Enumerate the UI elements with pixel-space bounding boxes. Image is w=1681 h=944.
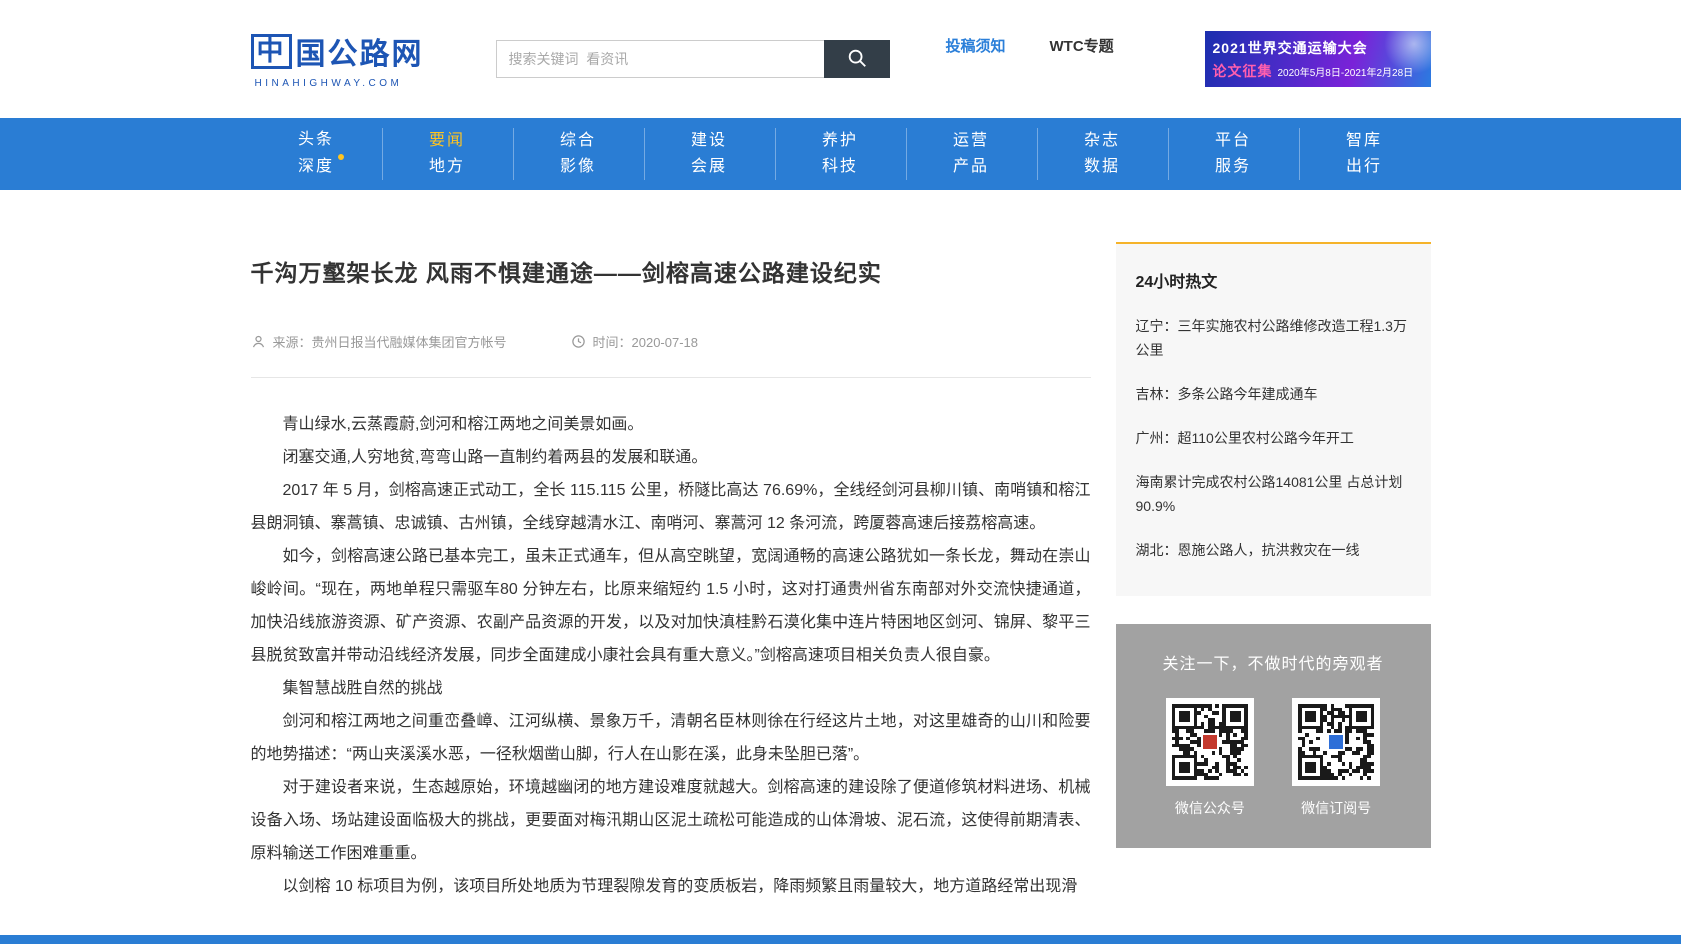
article-paragraph: 对于建设者来说，生态越原始，环境越幽闭的地方建设难度就越大。剑榕高速的建设除了便…	[251, 771, 1091, 870]
qr-code-icon	[1166, 698, 1254, 786]
hot-article-link[interactable]: 辽宁：三年实施农村公路维修改造工程1.3万公里	[1136, 314, 1411, 362]
nav-link-keji[interactable]: 科技	[822, 159, 858, 175]
article-paragraph: 闭塞交通,人穷地贫,弯弯山路一直制约着两县的发展和联通。	[251, 441, 1091, 474]
submit-guidelines-link[interactable]: 投稿须知	[946, 35, 1006, 56]
hot-article-link[interactable]: 广州：超110公里农村公路今年开工	[1136, 426, 1411, 450]
nav-link-yunying[interactable]: 运营	[953, 133, 989, 149]
nav-item-toutiao-shendu[interactable]: 头条 深度	[251, 118, 382, 190]
divider	[251, 377, 1091, 378]
qr-center-logo	[1201, 733, 1219, 751]
article-source: 来源：贵州日报当代融媒体集团官方帐号	[251, 332, 507, 351]
article-paragraph: 集智慧战胜自然的挑战	[251, 672, 1091, 705]
site-logo-text: 中 国公路网	[251, 29, 424, 73]
logo-mark: 中	[251, 34, 292, 69]
site-logo[interactable]: 中 国公路网 HINAHIGHWAY.COM	[251, 29, 424, 89]
qr-label: 微信公众号	[1162, 798, 1258, 818]
nav-link-shendu[interactable]: 深度	[298, 158, 334, 175]
nav-link-fuwu[interactable]: 服务	[1215, 159, 1251, 175]
article-body: 青山绿水,云蒸霞蔚,剑河和榕江两地之间美景如画。 闭塞交通,人穷地贫,弯弯山路一…	[251, 408, 1091, 903]
banner-cta: 论文征集	[1213, 61, 1273, 81]
site-header: 中 国公路网 HINAHIGHWAY.COM 投稿须知 WTC专题 2021世界…	[0, 0, 1681, 118]
nav-link-yingxiang[interactable]: 影像	[560, 159, 596, 175]
article-title: 千沟万壑架长龙 风雨不惧建通途——剑榕高速公路建设纪实	[251, 254, 1091, 288]
nav-item-zhiku-chuxing[interactable]: 智库 出行	[1299, 118, 1430, 190]
main-nav: 头条 深度 要闻 地方 综合 影像 建设 会展 养护 科技 运营 产品 杂志 数…	[0, 118, 1681, 190]
follow-box: 关注一下，不做时代的旁观者 微信公众号 微信订阅号	[1116, 624, 1431, 848]
user-icon	[251, 334, 266, 349]
nav-link-zonghe[interactable]: 综合	[560, 133, 596, 149]
nav-item-pingtai-fuwu[interactable]: 平台 服务	[1168, 118, 1299, 190]
wechat-official-account[interactable]: 微信公众号	[1162, 698, 1258, 818]
nav-link-huizhan[interactable]: 会展	[691, 159, 727, 175]
hot-article-link[interactable]: 湖北：恩施公路人，抗洪救灾在一线	[1136, 538, 1411, 562]
article-meta: 来源：贵州日报当代融媒体集团官方帐号 时间：2020-07-18	[251, 332, 1091, 351]
nav-link-zazhi[interactable]: 杂志	[1084, 133, 1120, 149]
hot-article-link[interactable]: 吉林：多条公路今年建成通车	[1136, 382, 1411, 406]
nav-item-jianshe-huizhan[interactable]: 建设 会展	[644, 118, 775, 190]
search-icon	[846, 47, 868, 72]
article-time: 时间：2020-07-18	[571, 332, 699, 351]
nav-item-yunying-chanpin[interactable]: 运营 产品	[906, 118, 1037, 190]
article: 千沟万壑架长龙 风雨不惧建通途——剑榕高速公路建设纪实 来源：贵州日报当代融媒体…	[251, 242, 1091, 903]
site-search	[496, 40, 890, 78]
article-time-text: 时间：2020-07-18	[593, 332, 699, 351]
nav-item-yanghu-keji[interactable]: 养护 科技	[775, 118, 906, 190]
nav-link-yaowen-active[interactable]: 要闻	[429, 133, 465, 149]
article-paragraph: 如今，剑榕高速公路已基本完工，虽未正式通车，但从高空眺望，宽阔通畅的高速公路犹如…	[251, 540, 1091, 672]
hot-articles-title: 24小时热文	[1136, 268, 1411, 292]
logo-subtitle: HINAHIGHWAY.COM	[251, 78, 424, 89]
article-paragraph: 以剑榕 10 标项目为例，该项目所处地质为节理裂隙发育的变质板岩，降雨频繁且雨量…	[251, 870, 1091, 903]
search-button[interactable]	[824, 40, 890, 78]
hot-articles-box: 24小时热文 辽宁：三年实施农村公路维修改造工程1.3万公里 吉林：多条公路今年…	[1116, 242, 1431, 596]
sidebar: 24小时热文 辽宁：三年实施农村公路维修改造工程1.3万公里 吉林：多条公路今年…	[1116, 242, 1431, 848]
article-source-text: 来源：贵州日报当代融媒体集团官方帐号	[273, 332, 507, 351]
nav-link-chanpin[interactable]: 产品	[953, 159, 989, 175]
qr-code-icon	[1292, 698, 1380, 786]
wechat-subscription-account[interactable]: 微信订阅号	[1288, 698, 1384, 818]
nav-link-shuju[interactable]: 数据	[1084, 159, 1120, 175]
conference-banner[interactable]: 2021世界交通运输大会 论文征集 2020年5月8日-2021年2月28日	[1205, 31, 1431, 87]
qr-center-logo	[1327, 733, 1345, 751]
clock-icon	[571, 334, 586, 349]
nav-link-chuxing[interactable]: 出行	[1346, 159, 1382, 175]
search-input[interactable]	[496, 40, 824, 78]
qr-label: 微信订阅号	[1288, 798, 1384, 818]
nav-link-zhiku[interactable]: 智库	[1346, 133, 1382, 149]
article-paragraph: 青山绿水,云蒸霞蔚,剑河和榕江两地之间美景如画。	[251, 408, 1091, 441]
article-paragraph: 剑河和榕江两地之间重峦叠嶂、江河纵横、景象万千，清朝名臣林则徐在行经这片土地，对…	[251, 705, 1091, 771]
banner-date: 2020年5月8日-2021年2月28日	[1278, 64, 1414, 79]
follow-title: 关注一下，不做时代的旁观者	[1132, 650, 1415, 674]
nav-link-jianshe[interactable]: 建设	[691, 133, 727, 149]
nav-link-difang[interactable]: 地方	[429, 159, 465, 175]
nav-link-toutiao[interactable]: 头条	[298, 132, 334, 148]
banner-title: 2021世界交通运输大会	[1213, 38, 1423, 58]
hot-article-link[interactable]: 海南累计完成农村公路14081公里 占总计划90.9%	[1136, 470, 1411, 518]
nav-item-zonghe-yingxiang[interactable]: 综合 影像	[513, 118, 644, 190]
logo-rest: 国公路网	[296, 29, 424, 73]
nav-new-dot	[338, 154, 344, 160]
nav-item-yaowen-difang[interactable]: 要闻 地方	[382, 118, 513, 190]
nav-link-yanghu[interactable]: 养护	[822, 133, 858, 149]
wtc-topic-link[interactable]: WTC专题	[1050, 35, 1114, 56]
header-links: 投稿须知 WTC专题	[946, 35, 1114, 56]
article-paragraph: 2017 年 5 月，剑榕高速正式动工，全长 115.115 公里，桥隧比高达 …	[251, 474, 1091, 540]
nav-item-zazhi-shuju[interactable]: 杂志 数据	[1037, 118, 1168, 190]
nav-link-pingtai[interactable]: 平台	[1215, 133, 1251, 149]
footer-top-strip	[0, 935, 1681, 944]
